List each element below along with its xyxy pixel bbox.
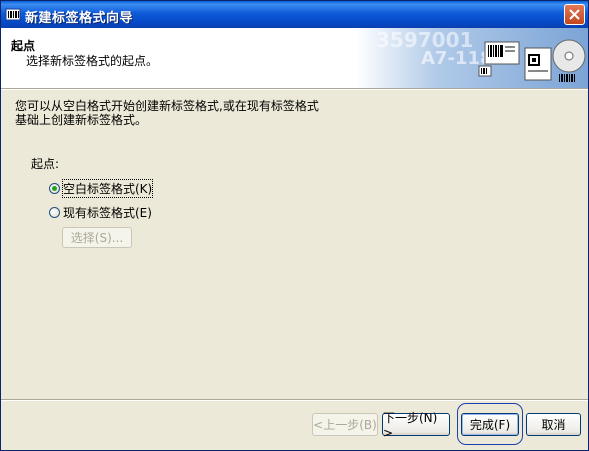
- intro-line-1: 您可以从空白格式开始创建新标签格式,或在现有标签格式: [15, 99, 319, 113]
- footer-divider-highlight: [1, 400, 588, 401]
- radio-button-checked[interactable]: [49, 183, 60, 194]
- intro-text: 您可以从空白格式开始创建新标签格式,或在现有标签格式 基础上创建新标签格式。: [15, 99, 319, 127]
- next-button[interactable]: 下一步(N) >: [382, 411, 450, 440]
- page-subheading: 选择新标签格式的起点。: [26, 54, 159, 68]
- intro-line-2: 基础上创建新标签格式。: [15, 113, 148, 127]
- app-icon: [5, 8, 21, 21]
- header-divider-highlight: [1, 89, 588, 90]
- wizard-window: 新建标签格式向导 3597001 A7-118 起点 选择新标签格式的起点。 您…: [0, 0, 589, 451]
- finish-button[interactable]: 完成(F): [461, 413, 519, 436]
- radio-existing-format[interactable]: 现有标签格式(E): [49, 204, 152, 221]
- title-bar[interactable]: 新建标签格式向导: [1, 1, 588, 28]
- radio-button-unchecked[interactable]: [49, 207, 60, 218]
- radio-label-existing[interactable]: 现有标签格式(E): [63, 204, 152, 221]
- radio-label-blank[interactable]: 空白标签格式(K): [61, 179, 154, 198]
- label-illustration-icon: [478, 39, 586, 82]
- close-icon: [569, 9, 580, 20]
- origin-label: 起点:: [31, 157, 60, 171]
- back-button[interactable]: <上一步(B): [312, 413, 378, 436]
- cancel-button[interactable]: 取消: [526, 413, 581, 436]
- select-button[interactable]: 选择(S)...: [62, 227, 132, 248]
- close-button[interactable]: [564, 4, 585, 25]
- window-title: 新建标签格式向导: [25, 11, 134, 26]
- wizard-header: 3597001 A7-118 起点 选择新标签格式的起点。: [1, 28, 588, 88]
- radio-blank-format[interactable]: 空白标签格式(K): [49, 179, 154, 198]
